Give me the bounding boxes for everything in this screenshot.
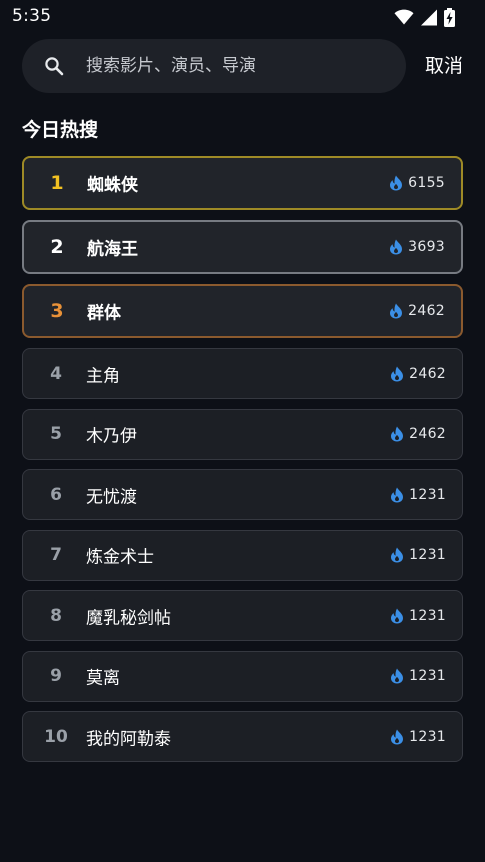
movie-title: 我的阿勒泰: [86, 729, 171, 749]
status-bar: 5:35: [0, 0, 485, 34]
heat-value: 2462: [409, 426, 446, 442]
cellular-signal-icon: [421, 9, 437, 25]
rank-number: 6: [50, 484, 62, 505]
rank-number: 1: [50, 172, 64, 194]
ranking-item[interactable]: 10 我的阿勒泰 1231: [22, 711, 463, 762]
heat-value: 1231: [409, 668, 446, 684]
ranking-item[interactable]: 3 群体 2462: [22, 284, 463, 338]
rank-number: 10: [44, 726, 68, 747]
heat-value: 2462: [408, 303, 445, 319]
flame-icon: [391, 668, 404, 684]
battery-charging-icon: [444, 7, 455, 27]
heat-count: 1231: [390, 487, 446, 503]
ranking-item[interactable]: 7 炼金术士 1231: [22, 529, 463, 581]
heat-count: 1231: [390, 668, 446, 684]
ranking-item[interactable]: 6 无忧渡 1231: [22, 469, 463, 520]
cancel-button[interactable]: 取消: [422, 53, 466, 79]
heat-count: 2462: [390, 366, 446, 382]
flame-icon: [391, 608, 404, 623]
heat-count: 6155: [389, 175, 445, 191]
movie-title: 群体: [87, 303, 121, 324]
search-icon: [45, 57, 64, 76]
movie-title: 航海王: [87, 239, 138, 260]
status-time: 5:35: [12, 6, 52, 26]
movie-title: 蜘蛛侠: [87, 175, 138, 196]
movie-title: 魔乳秘剑帖: [86, 608, 171, 628]
heat-count: 3693: [389, 239, 445, 255]
status-icons: [394, 7, 455, 27]
flame-icon: [391, 547, 404, 563]
heat-count: 1231: [390, 729, 446, 745]
heat-count: 1231: [390, 608, 446, 624]
flame-icon: [391, 729, 404, 744]
ranking-list: 1 蜘蛛侠 6155 2 航海王 3693 3 群体 2462 4 主角 246…: [22, 156, 463, 772]
rank-number: 7: [50, 545, 62, 565]
heat-value: 1231: [409, 486, 446, 503]
flame-icon: [390, 239, 403, 255]
heat-value: 1231: [409, 607, 446, 624]
movie-title: 莫离: [86, 668, 120, 689]
movie-title: 木乃伊: [86, 426, 137, 447]
search-input[interactable]: 搜索影片、演员、导演: [86, 53, 386, 79]
rank-number: 3: [50, 300, 64, 322]
rank-number: 8: [50, 605, 62, 626]
ranking-item[interactable]: 8 魔乳秘剑帖 1231: [22, 590, 463, 641]
heat-value: 1231: [409, 728, 446, 745]
heat-count: 2462: [389, 303, 445, 319]
heat-count: 2462: [390, 426, 446, 442]
rank-number: 9: [50, 666, 62, 686]
ranking-item[interactable]: 5 木乃伊 2462: [22, 408, 463, 460]
flame-icon: [390, 175, 403, 191]
ranking-item[interactable]: 1 蜘蛛侠 6155: [22, 156, 463, 210]
wifi-icon: [394, 9, 414, 25]
heat-value: 1231: [409, 547, 446, 563]
movie-title: 主角: [86, 366, 120, 386]
search-box[interactable]: 搜索影片、演员、导演: [22, 39, 406, 93]
movie-title: 炼金术士: [86, 547, 154, 568]
rank-number: 2: [50, 236, 64, 258]
ranking-item[interactable]: 4 主角 2462: [22, 348, 463, 399]
rank-number: 5: [50, 424, 62, 444]
flame-icon: [390, 303, 403, 319]
section-title: 今日热搜: [22, 119, 99, 141]
ranking-item[interactable]: 9 莫离 1231: [22, 650, 463, 702]
flame-icon: [391, 426, 404, 442]
flame-icon: [391, 366, 404, 381]
search-row: 搜索影片、演员、导演 取消: [22, 39, 472, 93]
flame-icon: [391, 487, 404, 502]
ranking-item[interactable]: 2 航海王 3693: [22, 220, 463, 274]
heat-value: 2462: [409, 365, 446, 382]
heat-value: 6155: [408, 175, 445, 191]
heat-value: 3693: [408, 239, 445, 255]
rank-number: 4: [50, 363, 62, 384]
movie-title: 无忧渡: [86, 487, 137, 507]
heat-count: 1231: [390, 547, 446, 563]
